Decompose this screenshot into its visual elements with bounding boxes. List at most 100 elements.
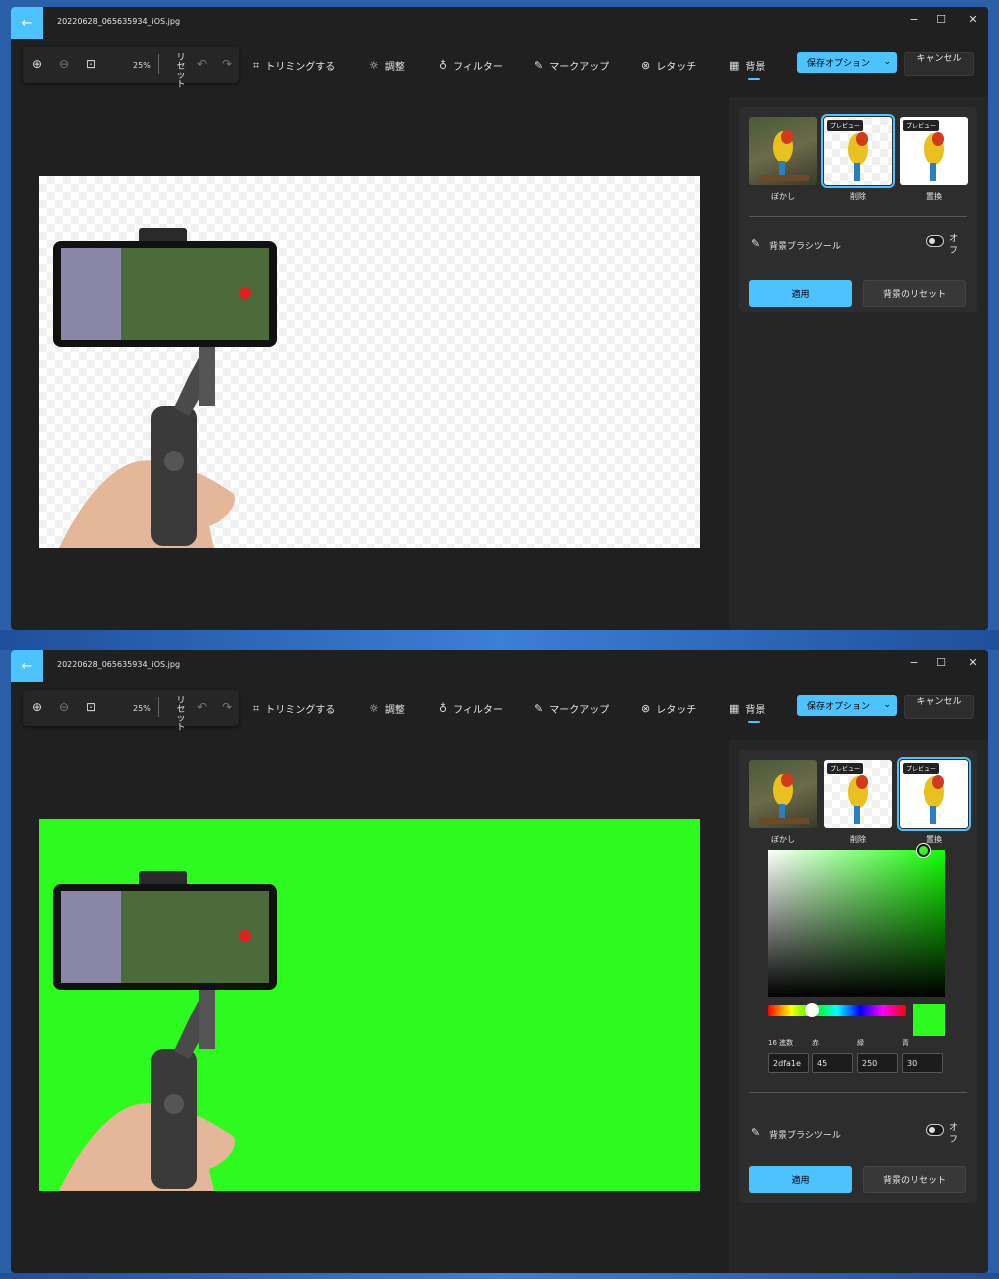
parrot-thumb-replace: プレビュー — [897, 757, 971, 831]
reset-background-button[interactable]: 背景のリセット — [863, 280, 966, 307]
tool-retouch[interactable]: ⊗ レタッチ — [641, 701, 696, 716]
gimbal-arm-vertical — [199, 346, 215, 406]
cancel-button[interactable]: キャンセル — [904, 52, 974, 76]
zoom-in-icon[interactable]: ⊕ — [32, 700, 42, 714]
maximize-icon[interactable]: ☐ — [931, 13, 951, 26]
tool-adjust-label: 調整 — [384, 62, 405, 73]
background-panel: ぼかし プレビュー 削除 プレビュー 置換 16 進数 赤 緑 青 2dfa1e… — [729, 740, 988, 1273]
background-brush-row: ✎ 背景ブラシツール オフ — [749, 233, 967, 257]
tool-retouch-label: レタッチ — [656, 705, 697, 716]
tool-adjust[interactable]: ☼ 調整 — [369, 58, 405, 73]
green-input[interactable]: 250 — [857, 1053, 898, 1073]
tool-filter[interactable]: ♁ フィルター — [439, 701, 503, 716]
option-blur[interactable]: ぼかし — [749, 117, 817, 202]
preview-tag: プレビュー — [903, 120, 940, 131]
parrot-icon — [759, 773, 809, 824]
zoom-out-icon[interactable]: ⊖ — [59, 700, 69, 714]
parrot-thumb-replace: プレビュー — [900, 117, 968, 185]
zoom-level: 25% — [133, 704, 151, 713]
close-icon[interactable]: ✕ — [963, 656, 983, 669]
active-tool-indicator — [748, 78, 760, 80]
minimize-icon[interactable]: − — [904, 13, 924, 26]
option-remove[interactable]: プレビュー 削除 — [821, 114, 895, 202]
hue-slider[interactable] — [768, 1003, 906, 1017]
background-options-card: ぼかし プレビュー 削除 プレビュー 置換 ✎ 背景ブラシツール オフ 適用 背… — [739, 107, 977, 312]
actual-size-icon[interactable]: ⊡ — [86, 57, 96, 71]
brightness-icon: ☼ — [369, 59, 379, 72]
zoom-level: 25% — [133, 61, 151, 70]
brush-toggle[interactable] — [926, 1124, 944, 1136]
background-icon: ▦ — [729, 702, 740, 715]
color-picker-knob[interactable] — [917, 844, 930, 857]
redo-icon[interactable]: ↷ — [222, 57, 232, 71]
subject-gimbal-phone — [53, 228, 277, 548]
close-icon[interactable]: ✕ — [963, 13, 983, 26]
hex-label: 16 進数 — [768, 1039, 794, 1047]
chevron-down-icon: ⌄ — [883, 57, 891, 67]
red-input[interactable]: 45 — [812, 1053, 853, 1073]
redo-icon[interactable]: ↷ — [222, 700, 232, 714]
tool-background[interactable]: ▦ 背景 — [729, 701, 765, 716]
back-arrow-icon[interactable]: ← — [11, 650, 43, 682]
save-options-button[interactable]: 保存オプション ⌄ — [797, 695, 897, 716]
reset-button[interactable]: リセット — [173, 54, 189, 90]
tool-filter[interactable]: ♁ フィルター — [439, 58, 503, 73]
gimbal-handle — [151, 1049, 197, 1189]
color-swatch — [913, 1004, 945, 1036]
option-replace[interactable]: プレビュー 置換 — [900, 117, 968, 202]
tool-retouch[interactable]: ⊗ レタッチ — [641, 58, 696, 73]
minimize-icon[interactable]: − — [904, 656, 924, 669]
parrot-icon — [759, 130, 809, 181]
tool-background[interactable]: ▦ 背景 — [729, 58, 765, 73]
hue-slider-knob[interactable] — [805, 1003, 819, 1017]
tool-crop[interactable]: ⌗ トリミングする — [253, 58, 335, 74]
parrot-thumb-blur — [749, 760, 817, 828]
apply-button[interactable]: 適用 — [749, 1166, 852, 1193]
filter-icon: ♁ — [439, 702, 448, 715]
reset-button[interactable]: リセット — [173, 697, 189, 733]
edit-toolbar: ⊕ ⊖ ⊡ 25% リセット ↶ ↷ ⌗ トリミングする ☼ 調整 ♁ フィルター ✎… — [11, 690, 988, 733]
brightness-icon: ☼ — [369, 702, 379, 715]
reset-background-button[interactable]: 背景のリセット — [863, 1166, 966, 1193]
tool-adjust-label: 調整 — [384, 705, 405, 716]
zoom-group: ⊕ ⊖ ⊡ 25% リセット ↶ ↷ — [23, 47, 239, 90]
option-remove[interactable]: プレビュー 削除 — [824, 760, 892, 845]
tool-markup[interactable]: ✎ マークアップ — [534, 58, 609, 73]
option-replace-label: 置換 — [926, 835, 942, 844]
image-canvas[interactable] — [39, 176, 700, 548]
option-blur[interactable]: ぼかし — [749, 760, 817, 845]
panel-divider — [749, 216, 967, 217]
brush-pen-icon: ✎ — [751, 237, 761, 250]
brush-tool-label: 背景ブラシツール — [769, 1131, 841, 1141]
blue-label: 青 — [902, 1039, 909, 1047]
actual-size-icon[interactable]: ⊡ — [86, 700, 96, 714]
image-canvas[interactable] — [39, 819, 700, 1191]
undo-icon[interactable]: ↶ — [197, 700, 207, 714]
hand-shape — [59, 460, 235, 548]
brush-toggle[interactable] — [926, 235, 944, 247]
back-arrow-icon[interactable]: ← — [11, 7, 43, 39]
brush-pen-icon: ✎ — [751, 1126, 761, 1139]
gimbal-joystick — [164, 1094, 184, 1114]
tool-markup-label: マークアップ — [549, 62, 610, 73]
save-options-button[interactable]: 保存オプション ⌄ — [797, 52, 897, 73]
blue-input[interactable]: 30 — [902, 1053, 943, 1073]
tool-crop[interactable]: ⌗ トリミングする — [253, 701, 335, 717]
toolbar-divider — [158, 697, 159, 717]
desktop-wallpaper-strip — [0, 630, 999, 650]
tool-markup[interactable]: ✎ マークアップ — [534, 701, 609, 716]
tool-adjust[interactable]: ☼ 調整 — [369, 701, 405, 716]
zoom-group: ⊕ ⊖ ⊡ 25% リセット ↶ ↷ — [23, 690, 239, 733]
pen-icon: ✎ — [534, 59, 544, 72]
maximize-icon[interactable]: ☐ — [931, 656, 951, 669]
zoom-in-icon[interactable]: ⊕ — [32, 57, 42, 71]
title-bar: ← 20220628_065635934_iOS.jpg − ☐ ✕ — [11, 650, 988, 682]
zoom-out-icon[interactable]: ⊖ — [59, 57, 69, 71]
undo-icon[interactable]: ↶ — [197, 57, 207, 71]
hex-input[interactable]: 2dfa1e — [768, 1053, 809, 1073]
option-replace[interactable]: プレビュー 置換 — [897, 757, 971, 845]
crop-icon: ⌗ — [253, 58, 260, 72]
cancel-button[interactable]: キャンセル — [904, 695, 974, 719]
color-saturation-value-picker[interactable] — [768, 844, 945, 997]
apply-button[interactable]: 適用 — [749, 280, 852, 307]
